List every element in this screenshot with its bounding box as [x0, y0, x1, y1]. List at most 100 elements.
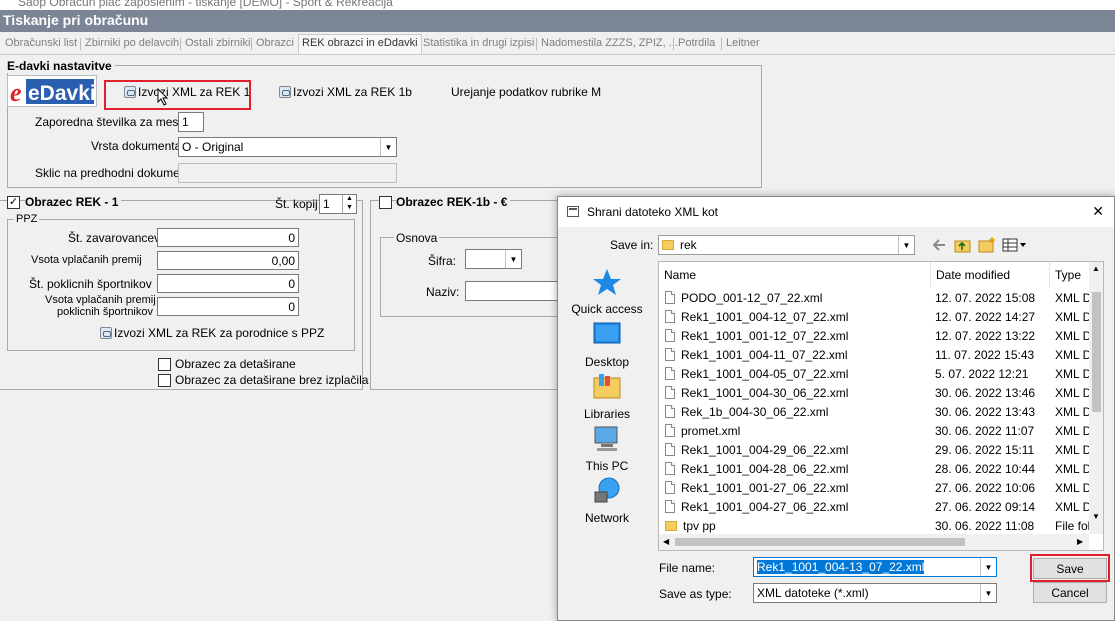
- export-rek1b-button[interactable]: Izvozi XML za REK 1b: [279, 85, 412, 99]
- place-quick-access[interactable]: Quick access: [566, 267, 648, 316]
- filename-input[interactable]: Rek1_1001_004-13_07_22.xml ▼: [753, 557, 997, 577]
- chevron-down-icon[interactable]: ▼: [380, 138, 396, 156]
- save-in-select[interactable]: rek ▼: [658, 235, 915, 255]
- file-icon: [665, 367, 675, 380]
- up-folder-icon[interactable]: [954, 237, 972, 253]
- cancel-button[interactable]: Cancel: [1033, 582, 1107, 603]
- file-row[interactable]: Rek1_1001_004-29_06_22.xml 29. 06. 2022 1…: [659, 440, 1091, 459]
- chevron-down-icon[interactable]: ▼: [980, 558, 996, 576]
- mouse-cursor-icon: [157, 88, 169, 106]
- file-type: XML D: [1055, 367, 1092, 381]
- tab-ostali-zbirniki[interactable]: Ostali zbirniki: [185, 34, 250, 54]
- file-row[interactable]: Rek1_1001_001-27_06_22.xml 27. 06. 2022 1…: [659, 478, 1091, 497]
- file-row[interactable]: Rek1_1001_001-12_07_22.xml 12. 07. 2022 1…: [659, 326, 1092, 345]
- file-row[interactable]: Rek1_1001_004-27_06_22.xml 27. 06. 2022 0…: [659, 497, 1091, 516]
- filename-label: File name:: [659, 561, 716, 575]
- rek1-checkbox[interactable]: ✓: [7, 196, 20, 209]
- file-icon: [665, 424, 675, 437]
- file-row[interactable]: promet.xml 30. 06. 2022 11:07 XML D: [659, 421, 1091, 440]
- zavarovancev-input[interactable]: 0: [157, 228, 299, 247]
- sportnikov-input[interactable]: 0: [157, 274, 299, 293]
- detasirane-brez-checkbox[interactable]: [158, 374, 171, 387]
- file-icon: [665, 291, 675, 304]
- naziv-input[interactable]: [465, 281, 565, 301]
- tab-statistika[interactable]: Statistika in drugi izpisi: [423, 34, 534, 54]
- file-row[interactable]: Rek1_1001_004-28_06_22.xml 28. 06. 2022 1…: [659, 459, 1091, 478]
- dialog-app-icon: [567, 206, 579, 217]
- file-row[interactable]: Rek_1b_004-30_06_22.xml 30. 06. 2022 13:4…: [659, 402, 1092, 421]
- back-arrow-icon[interactable]: [932, 238, 946, 252]
- detasirane-checkbox[interactable]: [158, 358, 171, 371]
- spin-up-icon[interactable]: ▲: [342, 195, 356, 204]
- vsota-sport-input[interactable]: 0: [157, 297, 299, 316]
- scroll-left-icon[interactable]: ◀: [663, 537, 669, 546]
- urejanje-rubrike-m-button[interactable]: Urejanje podatkov rubrike M: [451, 85, 601, 99]
- place-this-pc[interactable]: This PC: [566, 424, 648, 473]
- export-xml-icon: [279, 86, 291, 98]
- zaporedna-input[interactable]: 1: [178, 112, 204, 132]
- place-label: Desktop: [584, 355, 630, 369]
- osnova-title: Osnova: [394, 231, 440, 245]
- file-row[interactable]: Rek1_1001_004-30_06_22.xml 30. 06. 2022 1…: [659, 383, 1091, 402]
- file-name-text: promet.xml: [681, 424, 741, 438]
- sklic-input[interactable]: [178, 163, 397, 183]
- scroll-right-icon[interactable]: ▶: [1077, 537, 1083, 546]
- close-icon[interactable]: ✕: [1092, 203, 1104, 220]
- tab-obracunski-list[interactable]: Obračunski list: [5, 34, 77, 54]
- place-network[interactable]: Network: [566, 476, 648, 525]
- kopij-spinner[interactable]: 1 ▲ ▼: [319, 194, 357, 214]
- export-ppz-button[interactable]: Izvozi XML za REK za porodnice s PPZ: [100, 326, 324, 340]
- export-ppz-label: Izvozi XML za REK za porodnice s PPZ: [114, 326, 325, 340]
- chevron-down-icon[interactable]: ▼: [980, 584, 996, 602]
- scroll-thumb[interactable]: [1092, 292, 1101, 412]
- savetype-select[interactable]: XML datoteke (*.xml) ▼: [753, 583, 997, 603]
- rek1b-checkbox[interactable]: [379, 196, 392, 209]
- file-row[interactable]: tpv pp 30. 06. 2022 11:08 File fol: [659, 516, 1090, 535]
- scroll-up-icon[interactable]: ▲: [1092, 264, 1100, 273]
- vrsta-dokumenta-label: Vrsta dokumenta: [91, 139, 182, 153]
- tab-obrazci[interactable]: Obrazci: [256, 34, 294, 54]
- tab-zbirniki-po-delavcih[interactable]: Zbirniki po delavcih: [85, 34, 179, 54]
- desktop-icon: [593, 322, 621, 344]
- file-icon: [665, 443, 675, 456]
- computer-icon: [594, 426, 618, 451]
- edavki-group-title: E-davki nastavitve: [7, 59, 115, 73]
- spin-down-icon[interactable]: ▼: [342, 204, 356, 213]
- place-libraries[interactable]: Libraries: [566, 372, 648, 421]
- file-row[interactable]: Rek1_1001_004-11_07_22.xml 11. 07. 2022 1…: [659, 345, 1092, 364]
- file-type: XML D: [1055, 405, 1092, 419]
- scroll-down-icon[interactable]: ▼: [1092, 512, 1100, 521]
- file-date: 5. 07. 2022 12:21: [935, 367, 1029, 381]
- file-date: 12. 07. 2022 15:08: [935, 291, 1036, 305]
- place-desktop[interactable]: Desktop: [566, 320, 648, 369]
- vplacanih-input[interactable]: 0,00: [157, 251, 299, 270]
- view-menu-icon[interactable]: [1002, 238, 1028, 252]
- file-name: Rek1_1001_004-27_06_22.xml: [665, 500, 848, 514]
- tab-rek-obrazci-edavki[interactable]: REK obrazci in eDdavki: [298, 34, 422, 54]
- new-folder-icon[interactable]: [978, 236, 996, 253]
- tab-leitner[interactable]: Leitner: [726, 34, 760, 54]
- chevron-down-icon[interactable]: ▼: [505, 250, 521, 268]
- tab-potrdila[interactable]: Potrdila: [678, 34, 715, 54]
- vrsta-dokumenta-select[interactable]: O - Original ▼: [178, 137, 397, 157]
- sifra-select[interactable]: ▼: [465, 249, 522, 269]
- hscroll-thumb[interactable]: [675, 538, 965, 546]
- file-row[interactable]: PODO_001-12_07_22.xml 12. 07. 2022 15:08 X…: [659, 288, 1091, 307]
- file-type: XML D: [1055, 329, 1092, 343]
- file-list[interactable]: Name Date modified Type PODO_001-12_07_2…: [658, 261, 1104, 551]
- chevron-down-icon[interactable]: ▼: [898, 236, 914, 254]
- vertical-scrollbar[interactable]: ▲ ▼: [1089, 262, 1103, 534]
- column-header-name[interactable]: Name: [659, 262, 931, 288]
- filename-value: Rek1_1001_004-13_07_22.xml: [757, 560, 925, 574]
- tab-nadomestila[interactable]: Nadomestila ZZZS, ZPIZ, ...: [541, 34, 678, 54]
- column-header-date[interactable]: Date modified: [931, 262, 1050, 288]
- export-rek1b-label: Izvozi XML za REK 1b: [293, 85, 412, 99]
- file-row[interactable]: Rek1_1001_004-05_07_22.xml 5. 07. 2022 12…: [659, 364, 1092, 383]
- naziv-label: Naziv:: [426, 285, 460, 299]
- zaporedna-label: Zaporedna številka za mesec: [35, 115, 192, 129]
- file-type: XML D: [1055, 348, 1092, 362]
- file-name: PODO_001-12_07_22.xml: [665, 291, 822, 305]
- file-name: Rek1_1001_004-05_07_22.xml: [665, 367, 848, 381]
- file-row[interactable]: Rek1_1001_004-12_07_22.xml 12. 07. 2022 1…: [659, 307, 1091, 326]
- horizontal-scrollbar[interactable]: ◀ ▶: [659, 534, 1089, 550]
